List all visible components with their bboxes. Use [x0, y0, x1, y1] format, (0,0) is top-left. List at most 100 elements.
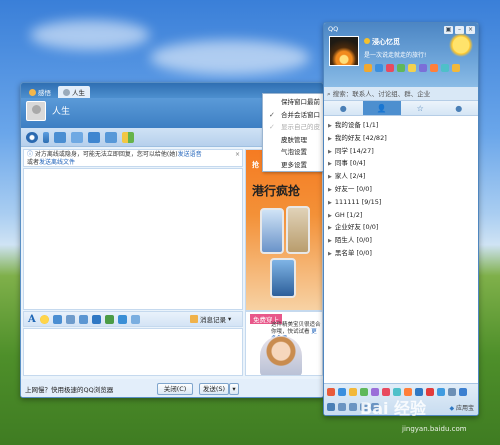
tab-ganwu[interactable]: 感悟 [24, 86, 56, 98]
group-item[interactable]: ▶ 111111 [9/15] [324, 196, 478, 209]
notice-text-2: 或者 [27, 159, 40, 166]
group-item[interactable]: ▶ 同事 [0/4] [324, 157, 478, 170]
chevron-right-icon: ▶ [328, 186, 332, 193]
menu-item-keep-on-top[interactable]: 保持窗口最前 [263, 96, 323, 109]
remote-desktop-icon[interactable] [71, 131, 83, 143]
user-nickname[interactable]: 浸心忆觅 [372, 37, 400, 47]
group-item[interactable]: ▶ 我的好友 [42/82] [324, 132, 478, 145]
group-label: 我的好友 [334, 133, 361, 142]
group-item[interactable]: ▶ 我的设备 [1/1] [324, 119, 478, 132]
group-item[interactable]: ▶ 同学 [14/27] [324, 145, 478, 158]
menu-item-skin-manager[interactable]: 皮肤管理 [263, 134, 323, 147]
menu-item-more-settings[interactable]: 更多设置 [263, 159, 323, 172]
phone-image [286, 206, 310, 254]
group-item[interactable]: ▶ 好友一 [0/0] [324, 183, 478, 196]
shop-icon[interactable] [430, 64, 438, 72]
user-avatar[interactable] [329, 36, 359, 66]
font-icon[interactable]: A [28, 314, 36, 325]
chevron-right-icon: ▶ [328, 135, 332, 142]
menu-item-label: 气泡设置 [281, 148, 307, 156]
menu-item-label: 更多设置 [281, 160, 307, 169]
apps-grid-icon[interactable] [122, 131, 134, 143]
menu-item-merge-windows[interactable]: ✓ 合并会话窗口 [263, 109, 323, 122]
group-item[interactable]: ▶ 家人 [2/4] [324, 170, 478, 183]
app-icon[interactable] [437, 388, 445, 396]
app-icon[interactable] [459, 388, 467, 396]
group-item[interactable]: ▶ 陌生人 [0/0] [324, 234, 478, 247]
user-signature[interactable]: 是一次说走就走的旅行! [364, 50, 426, 59]
ad-panel-top[interactable]: 抢 港行疯抢 [245, 149, 323, 311]
settings-context-menu: 保持窗口最前 ✓ 合并会话窗口 ✓ 显示自己的皮肤 皮肤管理 气泡设置 更多设置 [262, 93, 324, 172]
mail-icon[interactable] [386, 64, 394, 72]
tab-contacts[interactable]: 👤 [362, 101, 401, 115]
tab-messages[interactable]: ● [324, 101, 363, 115]
app-center-label: 应用宝 [455, 405, 474, 412]
video-icon[interactable] [441, 64, 449, 72]
file-transfer-icon[interactable] [54, 131, 66, 143]
shake-window-icon[interactable] [52, 314, 62, 324]
tab-favorites[interactable]: ☆ [401, 101, 440, 115]
message-record-button[interactable]: 消息记录 ▾ [190, 314, 231, 324]
browser-promo-link[interactable]: 上网慢？快用极速的QQ浏览器 [25, 384, 113, 394]
message-history-area[interactable] [23, 168, 243, 310]
weather-sun-icon[interactable] [449, 33, 473, 57]
send-options-chevron-icon[interactable]: ▾ [229, 383, 239, 395]
screen-share-icon[interactable] [105, 131, 117, 143]
gift-icon[interactable] [117, 314, 127, 324]
baidu-url-watermark: jingyan.baidu.com [402, 425, 467, 433]
send-offline-file-link[interactable]: 发送离线文件 [39, 159, 75, 166]
notice-info-icon: ⓘ [27, 151, 35, 158]
qzone-icon[interactable] [364, 64, 372, 72]
tab-label: 感悟 [38, 89, 51, 97]
group-item[interactable]: ▶ 黑名单 [0/0] [324, 247, 478, 260]
messages-manager-icon[interactable] [349, 403, 357, 411]
group-item[interactable]: ▶ GH [1/2] [324, 209, 478, 222]
group-icon: ● [455, 103, 463, 113]
emoji-icon[interactable] [39, 314, 49, 324]
group-count: [1/1] [362, 121, 379, 129]
settings-icon[interactable] [338, 403, 346, 411]
wallet-icon[interactable] [397, 64, 405, 72]
tab-groups[interactable]: ● [440, 101, 479, 115]
skin-icon[interactable]: ▣ [444, 26, 453, 34]
app-icon[interactable] [327, 388, 335, 396]
message-input[interactable] [23, 328, 243, 376]
send-voice-link[interactable]: 发送语音 [178, 151, 202, 158]
chevron-right-icon: ▶ [328, 123, 332, 129]
app-icon[interactable] [426, 388, 434, 396]
chevron-right-icon: ▶ [328, 225, 332, 232]
microphone-icon[interactable] [43, 131, 49, 143]
close-icon[interactable]: × [466, 26, 475, 34]
voice-message-icon[interactable] [65, 314, 75, 324]
ad-panel-bottom[interactable]: 免费穿上 这件精美宝贝很适合你哦，快试试看 更多免费 [245, 311, 323, 376]
group-label: 111111 [334, 197, 360, 206]
contact-search-input[interactable]: ⌕ 搜索：联系人、讨论组、群、企业 [324, 87, 478, 101]
screenshot-icon[interactable] [91, 314, 101, 324]
close-notice-icon[interactable]: × [235, 151, 240, 159]
weibo-icon[interactable] [375, 64, 383, 72]
group-item[interactable]: ▶ 企业好友 [0/0] [324, 221, 478, 234]
send-button[interactable]: 发送(S) [199, 383, 229, 395]
online-status-icon[interactable] [364, 38, 370, 44]
more-tools-icon[interactable] [130, 314, 140, 324]
app-icon[interactable] [349, 388, 357, 396]
group-count: [9/15] [361, 197, 382, 206]
main-menu-icon[interactable] [327, 403, 335, 411]
app-center-button[interactable]: ◆ 应用宝 [449, 403, 474, 412]
contact-avatar[interactable] [26, 101, 46, 121]
app-icon[interactable] [448, 388, 456, 396]
close-button[interactable]: 关闭(C) [157, 383, 193, 395]
music-icon[interactable] [408, 64, 416, 72]
tab-rensheng[interactable]: 人生 [58, 86, 90, 98]
weather-emoji-icon[interactable] [452, 64, 460, 72]
image-icon[interactable] [104, 314, 114, 324]
game-icon[interactable] [419, 64, 427, 72]
ad-headline: 港行疯抢 [252, 184, 301, 198]
video-call-icon[interactable] [26, 131, 38, 143]
app-icon[interactable] [338, 388, 346, 396]
menu-item-bubble-settings[interactable]: 气泡设置 [263, 146, 323, 159]
music-icon[interactable] [78, 314, 88, 324]
create-group-icon[interactable] [88, 131, 100, 143]
contact-name[interactable]: 人生 [52, 104, 70, 117]
group-label: GH [334, 210, 345, 219]
